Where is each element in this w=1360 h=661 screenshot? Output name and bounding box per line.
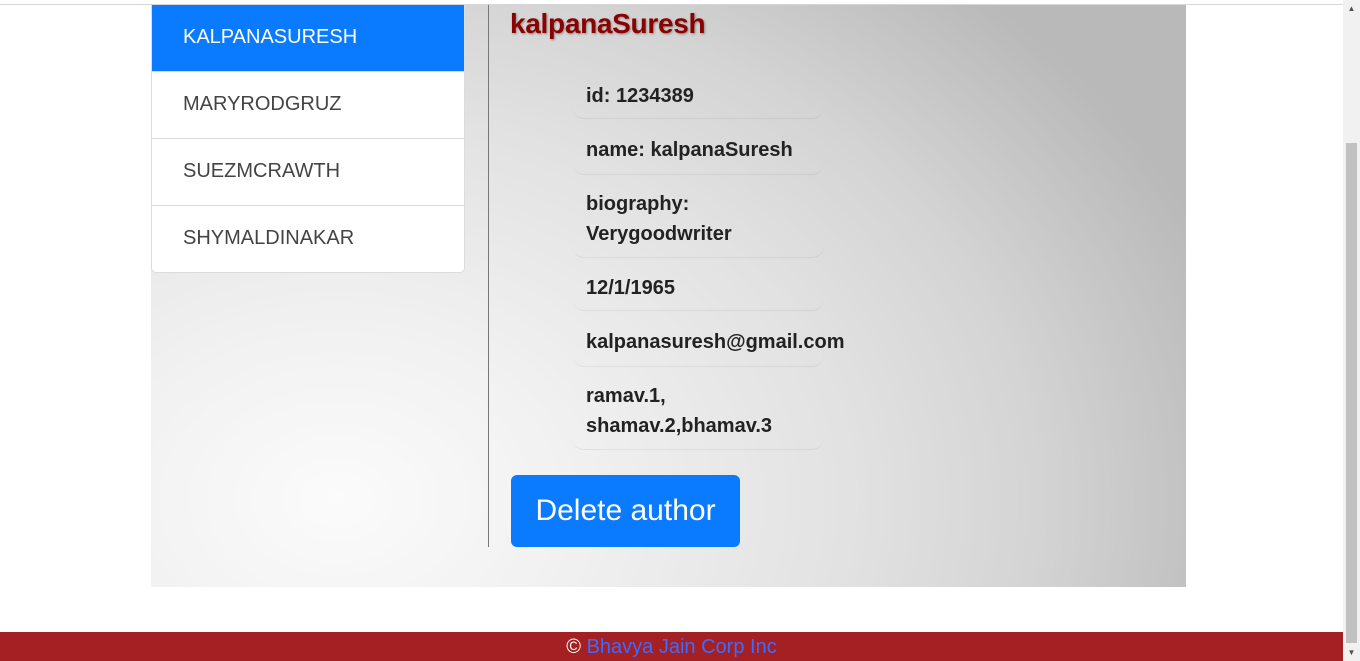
author-item-shymaldinakar[interactable]: SHYMALDINAKAR: [152, 205, 464, 272]
page: KALPANASURESH MARYRODGRUZ SUEZMCRAWTH SH…: [0, 0, 1360, 661]
author-books: ramav.1, shamav.2,bhamav.3: [572, 381, 824, 450]
author-biography: biography: Verygoodwriter: [572, 189, 824, 258]
author-title: kalpanaSuresh: [510, 8, 706, 39]
scroll-down-arrow-icon[interactable]: ▼: [1343, 644, 1360, 661]
author-id: id: 1234389: [572, 81, 824, 119]
author-dob: 12/1/1965: [572, 273, 824, 311]
vertical-scrollbar[interactable]: ▲ ▼: [1343, 0, 1360, 661]
scrollbar-thumb[interactable]: [1346, 143, 1357, 643]
author-list: KALPANASURESH MARYRODGRUZ SUEZMCRAWTH SH…: [151, 5, 465, 273]
books-line-2: shamav.2,bhamav.3: [586, 415, 773, 437]
author-email: kalpanasuresh@gmail.com: [572, 327, 845, 367]
footer-company-link[interactable]: Bhavya Jain Corp Inc: [587, 636, 777, 658]
author-item-suezmcrawth[interactable]: SUEZMCRAWTH: [152, 138, 464, 205]
vertical-divider: [488, 5, 489, 547]
author-item-kalpanasuresh[interactable]: KALPANASURESH: [152, 5, 464, 71]
scroll-up-arrow-icon[interactable]: ▲: [1343, 0, 1360, 17]
books-line-1: ramav.1,: [586, 385, 666, 407]
biography-value: Verygoodwriter: [586, 223, 732, 245]
biography-label: biography:: [586, 193, 690, 215]
delete-author-button[interactable]: Delete author: [511, 475, 740, 547]
author-item-maryrodgruz[interactable]: MARYRODGRUZ: [152, 71, 464, 138]
author-name: name: kalpanaSuresh: [572, 135, 824, 175]
footer: © Bhavya Jain Corp Inc: [0, 632, 1343, 661]
copyright-symbol: ©: [566, 636, 582, 658]
